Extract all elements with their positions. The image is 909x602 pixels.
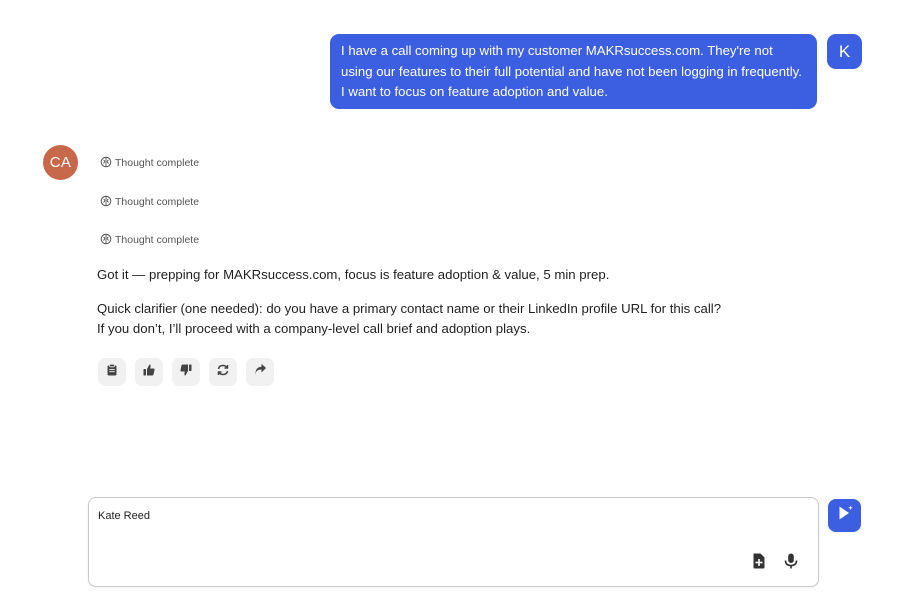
message-composer [88,497,819,587]
copy-button[interactable] [98,358,126,386]
brain-icon [100,233,112,248]
thought-label: Thought complete [115,196,200,208]
regenerate-button[interactable] [209,358,237,386]
share-icon [253,363,267,382]
thumbs-up-icon [142,363,156,382]
microphone-icon [782,552,800,575]
brain-icon [100,156,112,171]
message-actions [98,358,274,386]
attach-file-button[interactable] [750,552,768,575]
voice-input-button[interactable] [782,552,800,575]
clipboard-icon [105,363,119,382]
thumbs-down-button[interactable] [172,358,200,386]
regenerate-icon [216,363,230,382]
thought-toggle-2[interactable]: Thought complete [100,194,199,210]
thought-toggle-1[interactable]: Thought complete [100,155,199,171]
message-input[interactable] [98,510,738,522]
assistant-avatar: CA [43,145,78,180]
send-sparkle-icon [836,504,854,527]
brain-icon [100,195,112,210]
user-message-bubble: I have a call coming up with my customer… [330,34,817,109]
thumbs-up-button[interactable] [135,358,163,386]
thought-label: Thought complete [115,234,200,246]
assistant-paragraph-2: Quick clarifier (one needed): do you hav… [97,301,722,336]
thumbs-down-icon [179,363,193,382]
send-button[interactable] [828,499,861,532]
user-avatar[interactable]: K [827,34,862,69]
add-file-icon [750,552,768,575]
share-button[interactable] [246,358,274,386]
user-message-row: I have a call coming up with my customer… [0,34,909,114]
thought-label: Thought complete [115,157,200,169]
thought-toggle-3[interactable]: Thought complete [100,232,199,248]
assistant-paragraph-1: Got it — prepping for MAKRsuccess.com, f… [97,267,610,282]
